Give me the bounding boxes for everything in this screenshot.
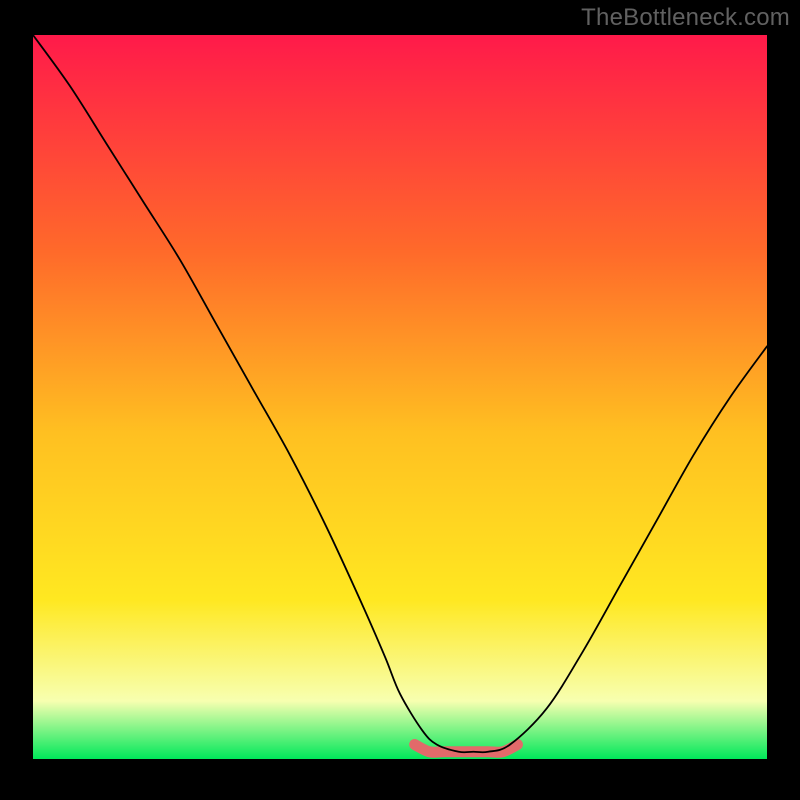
gradient-background [33, 35, 767, 759]
watermark-text: TheBottleneck.com [581, 4, 790, 32]
chart-svg [33, 35, 767, 759]
chart-frame: TheBottleneck.com [0, 0, 800, 800]
plot-area [33, 35, 767, 759]
